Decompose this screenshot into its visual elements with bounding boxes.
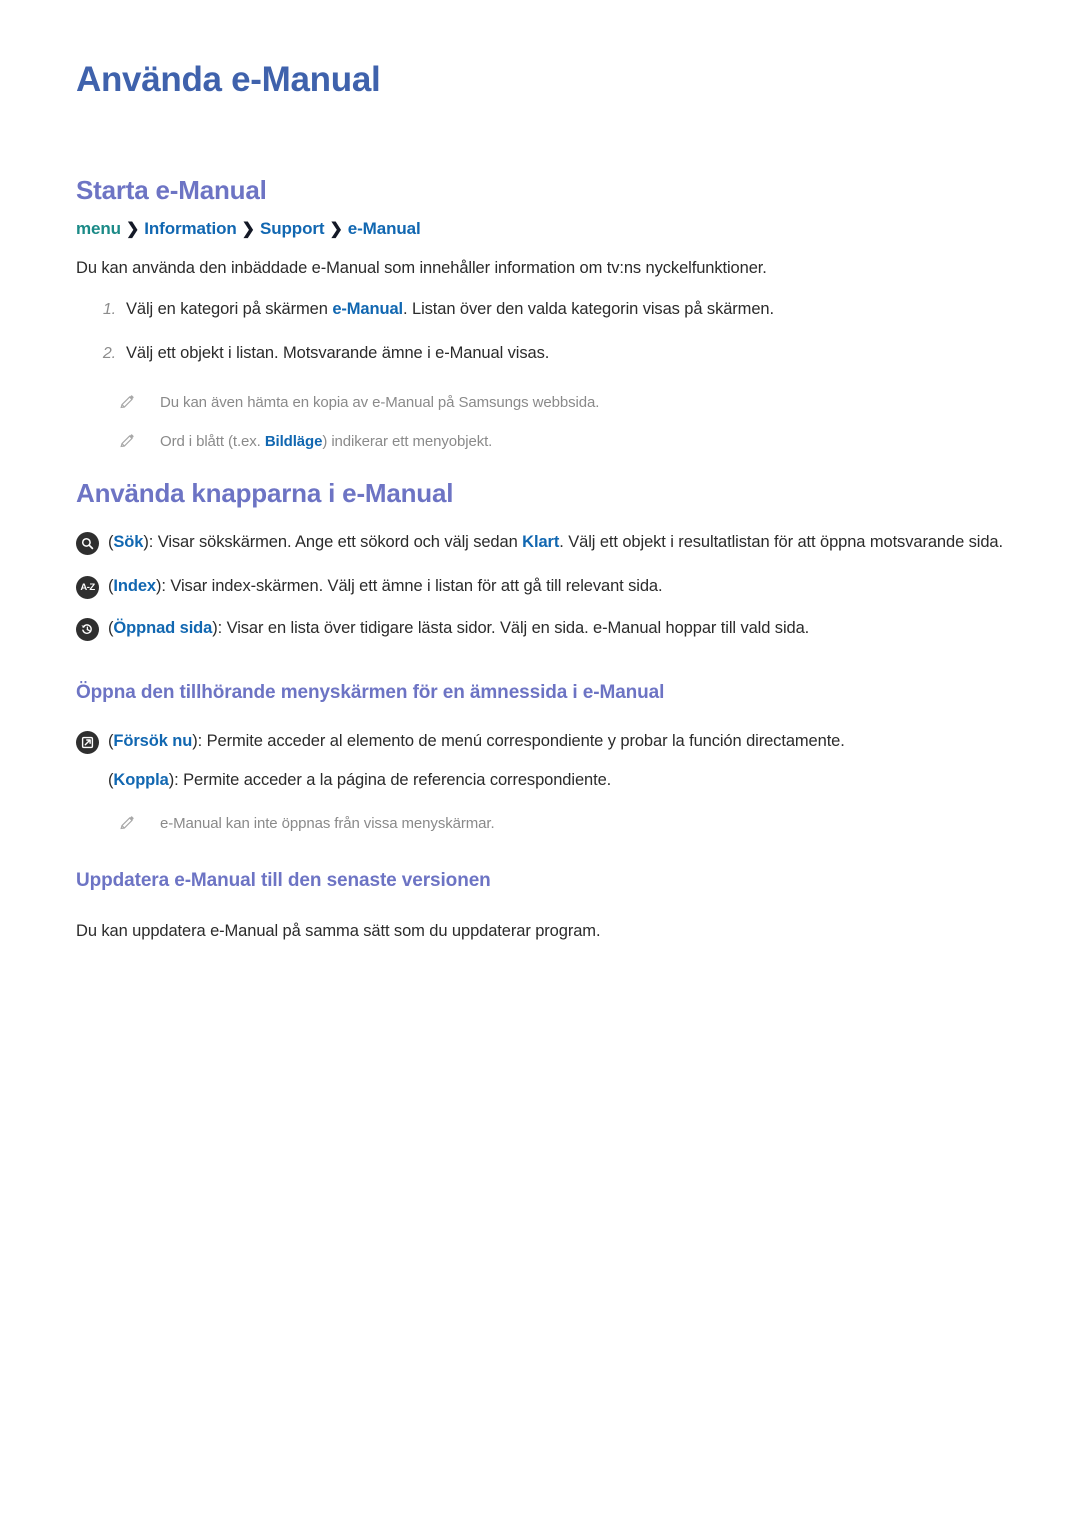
breadcrumb-item-e-manual[interactable]: e-Manual (348, 219, 421, 238)
history-clock-icon (76, 617, 99, 641)
step-number: 1. (102, 300, 116, 318)
section-heading-knapparna: Använda knapparna i e-Manual (76, 478, 454, 508)
chevron-right-icon: ❯ (329, 221, 343, 238)
button-text-mid: ): Visar index-skärmen. Välj ett ämne i … (156, 576, 663, 595)
note-item: Ord i blått (t.ex. Bildläge) indikerar e… (120, 431, 1006, 453)
step-text-pre: Välj en kategori på skärmen (126, 299, 333, 318)
az-label: A-Z (80, 581, 95, 593)
breadcrumb-item-information[interactable]: Information (144, 219, 237, 238)
button-term-koppla[interactable]: Koppla (113, 771, 168, 789)
index-az-icon: A-Z (76, 575, 99, 599)
step-text-pre: Välj ett objekt i listan. Motsvarande äm… (126, 343, 550, 362)
button-description-row: (Försök nu): Permite acceder al elemento… (76, 730, 1026, 754)
note-term-bildlage[interactable]: Bildläge (265, 433, 323, 450)
breadcrumb-item-support[interactable]: Support (260, 219, 325, 238)
page-title: Använda e-Manual (76, 60, 381, 99)
try-now-external-link-icon (76, 731, 99, 754)
search-icon (76, 532, 99, 555)
section-heading-starta: Starta e-Manual (76, 175, 267, 205)
note-text-post: ) indikerar ett menyobjekt. (322, 432, 493, 450)
step-text-post: . Listan över den valda kategorin visas … (403, 299, 774, 318)
breadcrumb-item-menu[interactable]: menu (76, 219, 121, 238)
button-description-row: (Koppla): Permite acceder a la página de… (108, 769, 1026, 793)
note-item: e-Manual kan inte öppnas från vissa meny… (120, 813, 1026, 835)
note-text-pre: Ord i blått (t.ex. (160, 432, 265, 450)
step-term-e-manual[interactable]: e-Manual (332, 300, 403, 318)
button-description-row: A-Z (Index): Visar index-skärmen. Välj e… (76, 575, 1016, 599)
section-heading-oppna: Öppna den tillhörande menyskärmen för en… (76, 682, 665, 703)
chevron-right-icon: ❯ (241, 221, 255, 238)
button-term-forsok-nu[interactable]: Försök nu (113, 732, 192, 750)
note-item: Du kan även hämta en kopia av e-Manual p… (120, 392, 1006, 414)
numbered-step: 2. Välj ett objekt i listan. Motsvarande … (103, 342, 1006, 366)
breadcrumb: menu ❯ Information ❯ Support ❯ e-Manual (76, 219, 1006, 239)
button-text-post: ): Permite acceder al elemento de menú c… (192, 732, 845, 750)
button-term-oppnad-sida[interactable]: Öppnad sida (113, 619, 212, 637)
note-text-pre: e-Manual kan inte öppnas från vissa meny… (160, 814, 495, 832)
section-oppna-menyskarmen: Öppna den tillhörande menyskärmen för en… (76, 682, 1026, 835)
button-term-index[interactable]: Index (113, 577, 156, 595)
section-anvanda-knapparna: Använda knapparna i e-Manual (Sök): Visa… (76, 478, 1016, 641)
uppdatera-paragraph: Du kan uppdatera e-Manual på samma sätt … (76, 922, 601, 940)
button-description-row: (Öppnad sida): Visar en lista över tidig… (76, 617, 1016, 641)
numbered-step: 1. Välj en kategori på skärmen e-Manual. … (103, 298, 1006, 322)
pencil-icon (118, 432, 136, 450)
button-text-post: ): Permite acceder a la página de refere… (168, 770, 612, 789)
section-heading-uppdatera: Uppdatera e-Manual till den senaste vers… (76, 870, 491, 891)
step-number: 2. (102, 344, 116, 362)
button-term-klart[interactable]: Klart (522, 533, 559, 551)
intro-paragraph: Du kan använda den inbäddade e-Manual so… (76, 259, 767, 277)
section-uppdatera: Uppdatera e-Manual till den senaste vers… (76, 870, 1006, 944)
button-text-post: . Välj ett objekt i resultatlistan för a… (559, 533, 1003, 551)
pencil-icon (118, 814, 136, 832)
button-text-mid: ): Visar en lista över tidigare lästa si… (212, 618, 810, 637)
section-starta-e-manual: Starta e-Manual menu ❯ Information ❯ Support… (76, 175, 1006, 452)
pencil-icon (118, 393, 136, 411)
button-description-row: (Sök): Visar sökskärmen. Ange ett sökord… (76, 531, 1016, 555)
button-text-mid: ): Visar sökskärmen. Ange ett sökord och… (143, 533, 523, 551)
button-term-sok[interactable]: Sök (113, 533, 143, 551)
note-text-pre: Du kan även hämta en kopia av e-Manual p… (160, 393, 600, 411)
document-page: Använda e-Manual Starta e-Manual menu ❯ In… (0, 0, 1080, 1527)
chevron-right-icon: ❯ (125, 221, 140, 238)
